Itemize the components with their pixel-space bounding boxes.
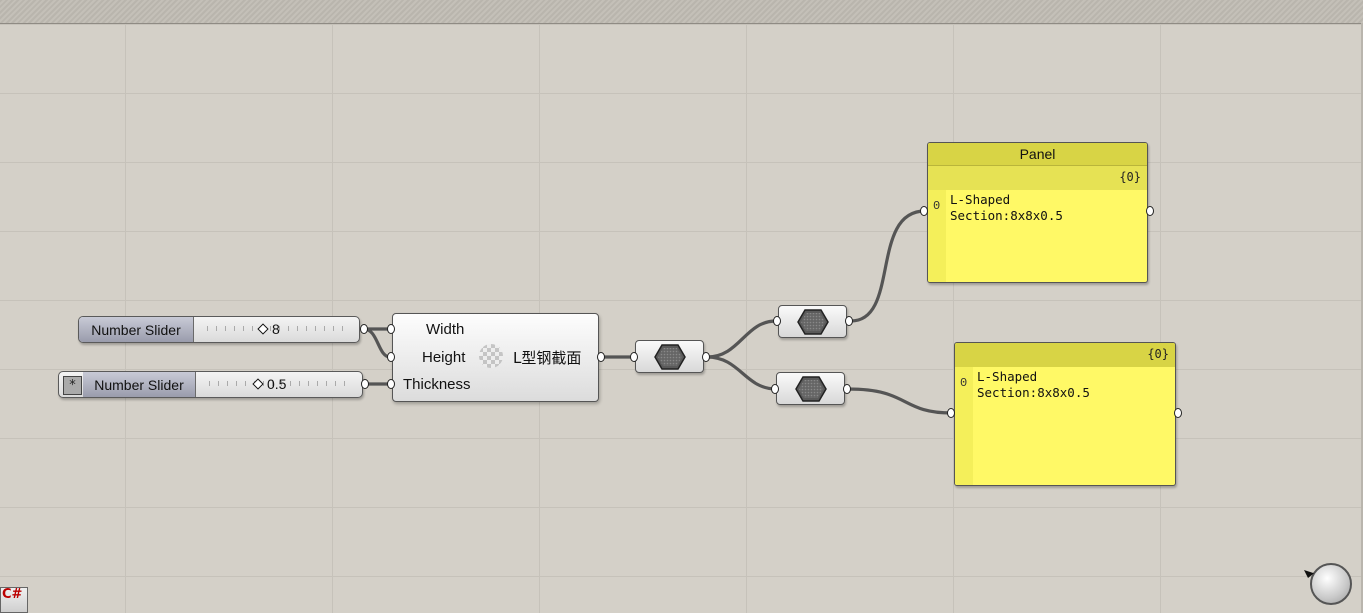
panel-path-header: {0} <box>955 343 1175 367</box>
panel-path-header: {0} <box>928 166 1147 190</box>
slider-handle-icon[interactable] <box>252 378 264 390</box>
grasshopper-canvas[interactable] <box>0 0 1363 613</box>
relay-input-grip[interactable] <box>771 384 779 394</box>
input-grip-width[interactable] <box>387 324 395 334</box>
slider-name-label: Number Slider <box>83 372 196 397</box>
panel-path: {0} <box>1119 170 1141 184</box>
relay-input-grip[interactable] <box>630 352 638 362</box>
slider-value: 8 <box>257 321 280 337</box>
relay-top[interactable] <box>778 305 847 338</box>
slider-value-text: 0.5 <box>267 376 287 392</box>
panel-top[interactable]: Panel {0} 0 L-Shaped Section:8x8x0.5 <box>927 142 1148 283</box>
hexagon-relay-icon <box>653 343 686 370</box>
panel-input-grip[interactable] <box>947 408 955 418</box>
panel-text: L-Shaped Section:8x8x0.5 <box>977 369 1090 400</box>
star-icon[interactable]: * <box>63 376 82 395</box>
output-label[interactable]: L型钢截面 <box>513 347 581 368</box>
panel-text: L-Shaped Section:8x8x0.5 <box>950 192 1063 223</box>
canvas-navigation-icon[interactable] <box>1304 563 1352 605</box>
input-grip-height[interactable] <box>387 352 395 362</box>
hexagon-relay-icon <box>796 308 829 335</box>
panel-title: Panel <box>928 143 1147 166</box>
slider-value: 0.5 <box>252 376 287 392</box>
component-icon <box>479 344 503 368</box>
input-grip-thickness[interactable] <box>387 379 395 389</box>
slider-output-grip[interactable] <box>360 324 368 334</box>
relay-output-grip[interactable] <box>843 384 851 394</box>
panel-output-grip[interactable] <box>1146 206 1154 216</box>
l-section-component[interactable]: Width Height Thickness L型钢截面 <box>392 313 599 402</box>
slider-handle-icon[interactable] <box>257 323 269 335</box>
relay-output-grip[interactable] <box>702 352 710 362</box>
panel-output-grip[interactable] <box>1174 408 1182 418</box>
panel-body[interactable]: 0 L-Shaped Section:8x8x0.5 <box>955 367 1175 485</box>
slider-name-label: Number Slider <box>79 317 194 342</box>
slider-output-grip[interactable] <box>361 379 369 389</box>
input-width-label[interactable]: Width <box>426 321 464 338</box>
csharp-icon[interactable]: C# <box>0 587 28 613</box>
relay-input-grip[interactable] <box>773 316 781 326</box>
panel-path: {0} <box>1147 347 1169 361</box>
input-thickness-label[interactable]: Thickness <box>403 376 471 393</box>
panel-input-grip[interactable] <box>920 206 928 216</box>
relay-bottom[interactable] <box>776 372 845 405</box>
slider-value-text: 8 <box>272 321 280 337</box>
panel-bottom[interactable]: {0} 0 L-Shaped Section:8x8x0.5 <box>954 342 1176 486</box>
output-grip[interactable] <box>597 352 605 362</box>
panel-body[interactable]: 0 L-Shaped Section:8x8x0.5 <box>928 190 1147 282</box>
canvas-toolbar-strip <box>0 0 1363 24</box>
slider-track[interactable]: 0.5 <box>199 372 358 397</box>
slider-track[interactable]: 8 <box>197 317 355 342</box>
relay-main[interactable] <box>635 340 704 373</box>
panel-index: 0 <box>933 199 941 213</box>
number-slider-width[interactable]: Number Slider 8 <box>78 316 360 343</box>
hexagon-relay-icon <box>794 375 827 402</box>
number-slider-thickness[interactable]: * Number Slider 0.5 <box>58 371 363 398</box>
relay-output-grip[interactable] <box>845 316 853 326</box>
input-height-label[interactable]: Height <box>422 349 465 366</box>
panel-index: 0 <box>960 376 968 390</box>
